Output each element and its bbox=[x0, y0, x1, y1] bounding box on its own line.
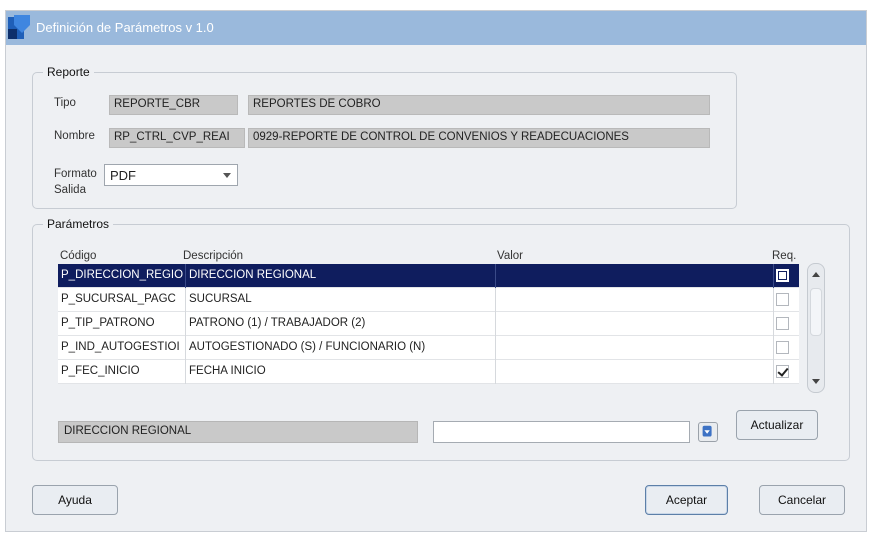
list-of-values-icon bbox=[702, 425, 712, 437]
codigo-cell[interactable]: P_TIP_PATRONO bbox=[58, 312, 186, 336]
required-checkbox[interactable] bbox=[776, 293, 789, 306]
reporte-legend: Reporte bbox=[47, 65, 90, 79]
parameters-grid: P_DIRECCION_REGIO DIRECCION REGIONAL P_S… bbox=[58, 264, 799, 384]
parameter-value-input[interactable] bbox=[433, 421, 690, 443]
descripcion-cell[interactable]: FECHA INICIO bbox=[186, 360, 496, 384]
formato-label: Formato bbox=[54, 168, 97, 180]
parametros-legend: Parámetros bbox=[47, 217, 110, 231]
tipo-code-field: REPORTE_CBR bbox=[109, 95, 238, 115]
nombre-code-field: RP_CTRL_CVP_REAI bbox=[109, 128, 245, 148]
lov-button[interactable] bbox=[698, 422, 718, 442]
grid-scrollbar[interactable] bbox=[807, 263, 825, 393]
table-row[interactable]: P_IND_AUTOGESTIOI AUTOGESTIONADO (S) / F… bbox=[58, 336, 799, 360]
valor-cell[interactable] bbox=[496, 288, 774, 312]
required-checkbox[interactable] bbox=[776, 269, 789, 282]
required-checkbox[interactable] bbox=[776, 365, 789, 378]
required-checkbox[interactable] bbox=[776, 341, 789, 354]
cancelar-button[interactable]: Cancelar bbox=[759, 485, 845, 515]
aceptar-button[interactable]: Aceptar bbox=[645, 485, 728, 515]
ayuda-button[interactable]: Ayuda bbox=[32, 485, 118, 515]
codigo-cell[interactable]: P_IND_AUTOGESTIOI bbox=[58, 336, 186, 360]
codigo-cell[interactable]: P_FEC_INICIO bbox=[58, 360, 186, 384]
scroll-down-icon[interactable] bbox=[811, 376, 821, 386]
output-format-value: PDF bbox=[110, 168, 136, 183]
window-title: Definición de Parámetros v 1.0 bbox=[36, 20, 214, 35]
table-row[interactable]: P_SUCURSAL_PAGC SUCURSAL bbox=[58, 288, 799, 312]
valor-cell[interactable] bbox=[496, 312, 774, 336]
column-header-codigo: Código bbox=[60, 250, 97, 262]
table-row[interactable]: P_FEC_INICIO FECHA INICIO bbox=[58, 360, 799, 384]
chevron-down-icon[interactable] bbox=[223, 173, 231, 178]
descripcion-cell[interactable]: SUCURSAL bbox=[186, 288, 496, 312]
nombre-description-field: 0929-REPORTE DE CONTROL DE CONVENIOS Y R… bbox=[248, 128, 710, 148]
valor-cell[interactable] bbox=[496, 264, 774, 288]
descripcion-cell[interactable]: PATRONO (1) / TRABAJADOR (2) bbox=[186, 312, 496, 336]
valor-cell[interactable] bbox=[496, 360, 774, 384]
salida-label: Salida bbox=[54, 184, 86, 196]
table-row[interactable]: P_TIP_PATRONO PATRONO (1) / TRABAJADOR (… bbox=[58, 312, 799, 336]
nombre-label: Nombre bbox=[54, 130, 95, 142]
descripcion-cell[interactable]: DIRECCION REGIONAL bbox=[186, 264, 496, 288]
descripcion-cell[interactable]: AUTOGESTIONADO (S) / FUNCIONARIO (N) bbox=[186, 336, 496, 360]
column-header-valor: Valor bbox=[497, 250, 523, 262]
scrollbar-thumb[interactable] bbox=[810, 288, 822, 336]
tipo-description-field: REPORTES DE COBRO bbox=[248, 95, 710, 115]
parameters-dialog: Definición de Parámetros v 1.0 Reporte T… bbox=[5, 10, 867, 532]
selected-parameter-description: DIRECCION REGIONAL bbox=[58, 421, 418, 443]
valor-cell[interactable] bbox=[496, 336, 774, 360]
codigo-cell[interactable]: P_DIRECCION_REGIO bbox=[58, 264, 186, 288]
table-row[interactable]: P_DIRECCION_REGIO DIRECCION REGIONAL bbox=[58, 264, 799, 288]
column-header-req: Req. bbox=[772, 250, 797, 262]
app-logo-icon bbox=[8, 15, 30, 39]
actualizar-button[interactable]: Actualizar bbox=[736, 410, 818, 440]
column-header-descripcion: Descripción bbox=[183, 250, 244, 262]
output-format-select[interactable]: PDF bbox=[104, 164, 238, 186]
tipo-label: Tipo bbox=[54, 97, 76, 109]
scroll-up-icon[interactable] bbox=[811, 270, 821, 280]
title-bar: Definición de Parámetros v 1.0 bbox=[6, 11, 866, 45]
required-checkbox[interactable] bbox=[776, 317, 789, 330]
codigo-cell[interactable]: P_SUCURSAL_PAGC bbox=[58, 288, 186, 312]
